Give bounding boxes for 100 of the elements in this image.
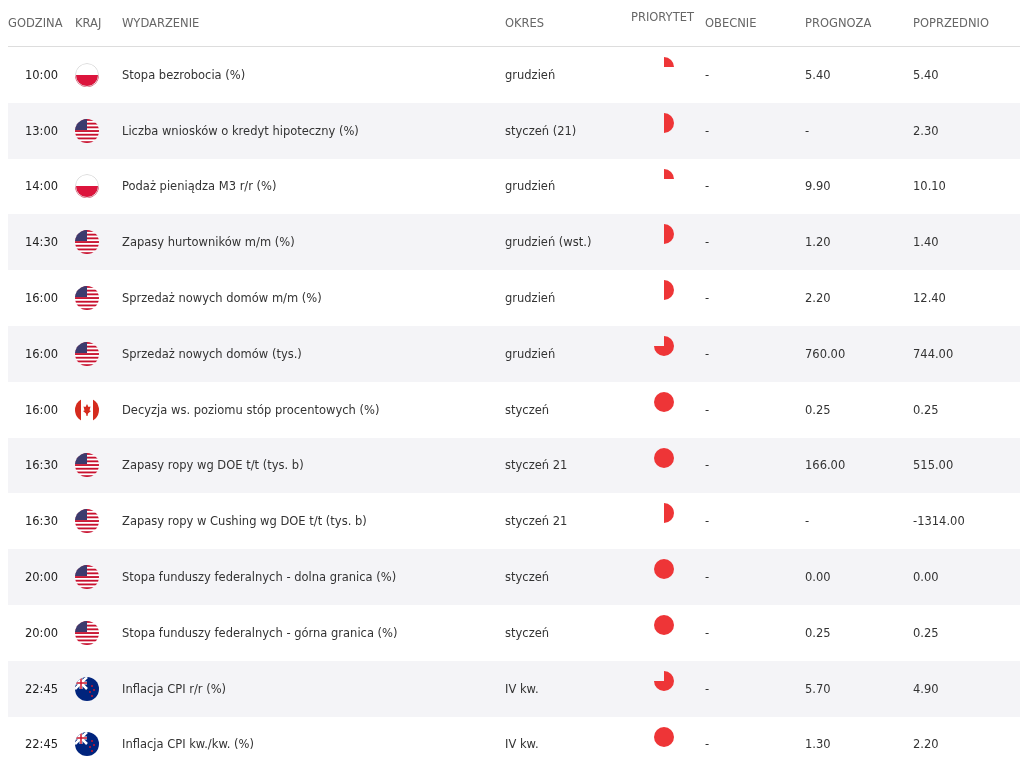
period-cell: grudzień (505, 67, 556, 82)
flag-icon (75, 174, 99, 199)
priority-icon (653, 336, 674, 356)
forecast-cell: 0.00 (805, 570, 831, 585)
actual-cell: - (705, 570, 710, 585)
previous-cell: 1.40 (913, 235, 939, 250)
forecast-cell: 5.70 (805, 681, 831, 696)
time-cell: 16:30 (24, 514, 59, 529)
actual-cell: - (705, 179, 710, 194)
time-cell: 16:00 (24, 346, 59, 361)
forecast-cell: 0.25 (805, 402, 831, 417)
event-name: Stopa funduszy federalnych - dolna granica (%) (122, 570, 397, 585)
time-cell: 10:00 (24, 67, 59, 82)
column-header: OKRES (505, 16, 546, 30)
period-cell: IV kw. (505, 737, 539, 752)
event-name: Inflacja CPI r/r (%) (122, 681, 227, 696)
flag-icon (75, 732, 99, 757)
period-cell: grudzień (505, 291, 556, 306)
priority-icon (663, 503, 674, 524)
priority-icon (663, 112, 674, 133)
column-header: PROGNOZA (805, 16, 873, 30)
previous-cell: 2.20 (913, 737, 939, 752)
previous-cell: 744.00 (913, 346, 954, 361)
previous-cell: 12.40 (913, 291, 946, 306)
time-cell: 14:30 (24, 235, 59, 250)
column-header: POPRZEDNIO (913, 16, 990, 30)
event-name: Zapasy ropy wg DOE t/t (tys. b) (122, 458, 304, 473)
event-name: Zapasy ropy w Cushing wg DOE t/t (tys. b) (122, 514, 367, 529)
time-cell: 13:00 (24, 123, 59, 138)
period-cell: styczeń (505, 625, 550, 640)
actual-cell: - (705, 291, 710, 306)
event-name: Liczba wniosków o kredyt hipoteczny (%) (122, 123, 359, 138)
priority-icon (653, 670, 674, 691)
priority-icon (653, 447, 674, 468)
priority-icon (653, 726, 674, 747)
column-header: OBECNIE (705, 16, 758, 30)
time-cell: 14:00 (24, 179, 59, 194)
time-cell: 22:45 (24, 737, 59, 752)
previous-cell: 0.00 (913, 570, 939, 585)
forecast-cell: - (805, 514, 810, 529)
actual-cell: - (705, 123, 710, 138)
column-header: GODZINA (8, 16, 64, 30)
time-cell: 16:00 (24, 291, 59, 306)
event-name: Decyzja ws. poziomu stóp procentowych (%) (122, 402, 380, 417)
forecast-cell: 2.20 (805, 291, 831, 306)
forecast-cell: 166.00 (805, 458, 846, 473)
flag-icon (75, 230, 99, 255)
actual-cell: - (705, 625, 710, 640)
previous-cell: 0.25 (913, 402, 939, 417)
flag-icon (75, 509, 99, 534)
period-cell: styczeń (505, 570, 550, 585)
time-cell: 20:00 (24, 625, 59, 640)
time-cell: 22:45 (24, 681, 59, 696)
flag-icon (75, 118, 99, 143)
priority-icon (653, 614, 674, 635)
period-cell: styczeń (505, 402, 550, 417)
period-cell: grudzień (505, 346, 556, 361)
event-name: Sprzedaż nowych domów m/m (%) (122, 291, 322, 306)
column-header: PRIORYTET (630, 9, 694, 24)
previous-cell: 4.90 (913, 681, 939, 696)
column-header: KRAJ (75, 16, 103, 30)
priority-icon (663, 280, 674, 301)
flag-icon (75, 341, 99, 366)
event-name: Inflacja CPI kw./kw. (%) (122, 737, 254, 752)
flag-icon (75, 453, 99, 478)
forecast-cell: 0.25 (805, 625, 831, 640)
period-cell: styczeń 21 (505, 514, 568, 529)
actual-cell: - (705, 402, 710, 417)
forecast-cell: - (805, 123, 810, 138)
flag-icon (75, 565, 99, 590)
priority-icon (653, 391, 674, 412)
event-name: Sprzedaż nowych domów (tys.) (122, 346, 302, 361)
forecast-cell: 1.20 (805, 235, 831, 250)
previous-cell: 0.25 (913, 625, 939, 640)
period-cell: IV kw. (505, 681, 539, 696)
flag-icon (75, 286, 99, 311)
flag-icon (75, 62, 99, 87)
actual-cell: - (705, 737, 710, 752)
flag-icon (75, 676, 99, 701)
actual-cell: - (705, 235, 710, 250)
period-cell: styczeń 21 (505, 458, 568, 473)
flag-icon (75, 620, 99, 645)
period-cell: grudzień (wst.) (505, 235, 592, 250)
actual-cell: - (705, 67, 710, 82)
actual-cell: - (705, 458, 710, 473)
previous-cell: 515.00 (913, 458, 954, 473)
period-cell: styczeń (21) (505, 123, 577, 138)
column-header: WYDARZENIE (122, 16, 201, 30)
event-name: Zapasy hurtowników m/m (%) (122, 235, 295, 250)
previous-cell: -1314.00 (913, 514, 965, 529)
time-cell: 16:30 (24, 458, 59, 473)
time-cell: 20:00 (24, 570, 59, 585)
event-name: Stopa bezrobocia (%) (122, 67, 246, 82)
previous-cell: 10.10 (913, 179, 946, 194)
forecast-cell: 760.00 (805, 346, 846, 361)
time-cell: 16:00 (24, 402, 59, 417)
forecast-cell: 9.90 (805, 179, 831, 194)
priority-icon (653, 559, 674, 580)
event-name: Stopa funduszy federalnych - górna granica (%) (122, 625, 398, 640)
actual-cell: - (705, 346, 710, 361)
